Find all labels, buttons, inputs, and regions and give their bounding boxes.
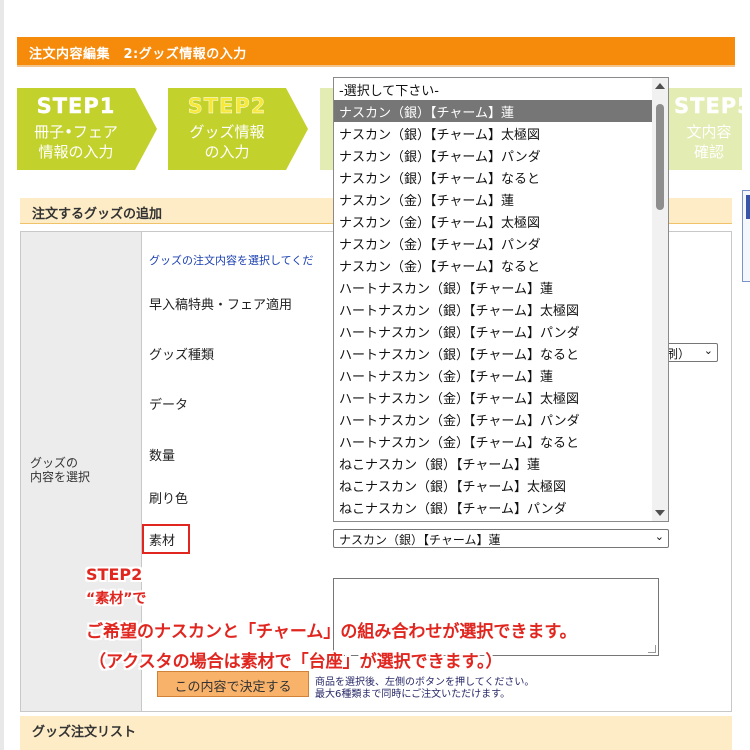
dropdown-option[interactable]: ナスカン（金）【チャーム】蓮 [334, 188, 654, 210]
early-bird-label: 早入稿特典・フェア適用 [149, 298, 293, 313]
scrollbar-thumb[interactable] [656, 104, 664, 210]
callout-description: ご希望のナスカンと「チャーム」の組み合わせが選択できます。 [86, 622, 577, 642]
dropdown-option[interactable]: ハートナスカン（金）【チャーム】蓮 [334, 364, 654, 386]
dropdown-option[interactable]: ハートナスカン（金）【チャーム】パンダ [334, 408, 654, 430]
scroll-down-icon[interactable] [655, 510, 665, 516]
step-1-label-line2: 情報の入力 [38, 143, 114, 161]
form-instruction: グッズの注文内容を選択してくだ [149, 254, 314, 267]
dropdown-option[interactable]: ナスカン（銀）【チャーム】パンダ [334, 144, 654, 166]
dropdown-option[interactable]: ハートナスカン（金）【チャーム】太極図 [334, 386, 654, 408]
annotation-callout: STEP2 “素材”で ご希望のナスカンと「チャーム」の組み合わせが選択できます… [74, 557, 714, 675]
dropdown-option[interactable]: ねこナスカン（銀）【チャーム】太極図 [334, 474, 654, 496]
page-edge [0, 0, 4, 750]
dropdown-option[interactable]: ナスカン（銀）【チャーム】太極図 [334, 122, 654, 144]
dropdown-option[interactable]: ハートナスカン（銀）【チャーム】なると [334, 342, 654, 364]
data-label: データ [149, 398, 189, 413]
material-highlight-box [142, 524, 190, 554]
step-2-title: STEP2 [187, 94, 267, 118]
step-1-title: STEP1 [36, 94, 116, 118]
side-panel[interactable] [742, 190, 750, 282]
dropdown-option[interactable]: ナスカン（金）【チャーム】なると [334, 254, 654, 276]
dropdown-option[interactable]: ナスカン（金）【チャーム】太極図 [334, 210, 654, 232]
material-select[interactable]: ナスカン（銀）【チャーム】蓮 ⌄ [333, 529, 669, 548]
dropdown-option[interactable]: ハートナスカン（銀）【チャーム】パンダ [334, 320, 654, 342]
dropdown-placeholder[interactable]: -選択して下さい- [334, 78, 654, 100]
side-panel-marker [746, 195, 750, 219]
dropdown-scrollbar[interactable] [652, 78, 668, 521]
step-5: STEP5 文内容 確認 [662, 88, 750, 170]
callout-step: STEP2 [86, 565, 143, 584]
step-5-label-line1: 文内容 [686, 123, 732, 141]
step-2-label-line1: グッズ情報 [189, 123, 265, 141]
page-title: 注文内容編集 2:グッズ情報の入力 [17, 37, 735, 65]
dropdown-option[interactable]: ねこナスカン（銀）【チャーム】パンダ [334, 496, 654, 518]
callout-material: “素材”で [86, 591, 147, 607]
material-dropdown-list[interactable]: -選択して下さい- ナスカン（銀）【チャーム】蓮 ナスカン（銀）【チャーム】太極… [333, 77, 669, 522]
dropdown-option[interactable]: ナスカン（銀）【チャーム】なると [334, 166, 654, 188]
dropdown-option[interactable]: ハートナスカン（銀）【チャーム】太極図 [334, 298, 654, 320]
step-2-label-line2: の入力 [204, 143, 250, 161]
step-5-title: STEP5 [674, 94, 750, 118]
print-color-label: 刷り色 [149, 492, 189, 507]
order-list-title: グッズ注文リスト [32, 725, 137, 740]
form-label: グッズの 内容を選択 [30, 456, 91, 484]
step-2: STEP2 グッズ情報 の入力 [168, 88, 308, 170]
step-1-label-line1: 冊子•フェア [34, 123, 118, 141]
header-divider [17, 65, 735, 67]
dropdown-option[interactable]: ナスカン（銀）【チャーム】蓮 [334, 100, 654, 122]
step-1: STEP1 冊子•フェア 情報の入力 [17, 88, 157, 170]
dropdown-option[interactable]: ねこナスカン（銀）【チャーム】蓮 [334, 452, 654, 474]
quantity-label: 数量 [149, 449, 176, 464]
dropdown-option[interactable]: ハートナスカン（銀）【チャーム】蓮 [334, 276, 654, 298]
order-list-header: グッズ注文リスト [20, 716, 732, 750]
goods-type-label: グッズ種類 [149, 348, 215, 363]
dropdown-option[interactable]: ナスカン（金）【チャーム】パンダ [334, 232, 654, 254]
step-5-label-line2: 確認 [693, 143, 724, 161]
dropdown-option[interactable]: ハートナスカン（金）【チャーム】なると [334, 430, 654, 452]
section-title: 注文するグッズの追加 [32, 207, 163, 222]
note-line-2: 最大6種類まで同時にご注文いただけます。 [315, 689, 511, 700]
callout-acrylic-note: （アクスタの場合は素材で「台座」が選択できます。） [89, 652, 503, 672]
chevron-down-icon: ⌄ [654, 530, 664, 543]
chevron-down-icon: ⌄ [703, 344, 713, 357]
scroll-up-icon[interactable] [655, 83, 665, 89]
